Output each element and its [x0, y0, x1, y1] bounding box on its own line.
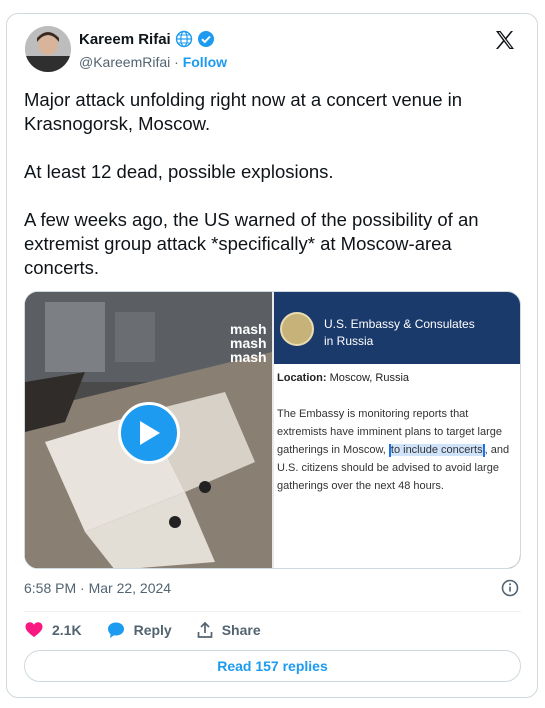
read-replies-button[interactable]: Read 157 replies: [24, 650, 521, 682]
timestamp[interactable]: 6:58 PM · Mar 22, 2024: [24, 580, 171, 596]
handle-separator: ·: [174, 54, 179, 70]
play-icon: [140, 421, 160, 445]
tweet-card: Kareem Rifai @KareemRifai · Follow Major…: [6, 13, 538, 698]
share-icon: [197, 621, 213, 638]
divider: [24, 611, 521, 612]
x-logo-icon[interactable]: [493, 28, 517, 52]
like-count: 2.1K: [52, 622, 82, 638]
embassy-body-text: The Embassy is monitoring reports that e…: [277, 408, 510, 492]
media-container[interactable]: mash mash mash U.S. Embassy & Consulates…: [24, 291, 521, 569]
embassy-title: U.S. Embassy & Consulates in Russia: [324, 317, 475, 348]
embassy-screenshot[interactable]: U.S. Embassy & Consulates in Russia Loca…: [274, 292, 520, 568]
video-watermark: mash mash mash: [230, 321, 267, 365]
reply-icon: [107, 622, 124, 638]
author-name-row[interactable]: Kareem Rifai: [79, 30, 215, 48]
play-button[interactable]: [118, 402, 180, 464]
embassy-location: Location: Moscow, Russia: [277, 372, 410, 384]
follow-button[interactable]: Follow: [183, 54, 227, 70]
tweet-paragraph: At least 12 dead, possible explosions.: [24, 161, 334, 182]
author-name[interactable]: Kareem Rifai: [79, 31, 171, 48]
video-thumbnail[interactable]: mash mash mash: [25, 292, 272, 568]
reply-button[interactable]: Reply: [106, 620, 172, 640]
highlighted-text: to include concerts: [390, 444, 483, 456]
tweet-paragraph: Major attack unfolding right now at a co…: [24, 89, 463, 134]
like-button[interactable]: 2.1K: [24, 620, 82, 640]
action-bar: 2.1K Reply Share: [24, 620, 285, 640]
share-label: Share: [221, 622, 261, 638]
info-icon[interactable]: [501, 579, 519, 597]
embassy-seal-icon: [280, 312, 314, 346]
share-button[interactable]: Share: [196, 621, 261, 639]
embassy-header: U.S. Embassy & Consulates in Russia: [274, 292, 520, 364]
verified-badge-icon: [197, 31, 214, 47]
handle-row: @KareemRifai · Follow: [79, 54, 227, 70]
avatar[interactable]: [25, 26, 71, 72]
reply-label: Reply: [133, 622, 172, 638]
heart-icon: [25, 622, 43, 637]
author-handle[interactable]: @KareemRifai: [79, 54, 170, 70]
tweet-paragraph: A few weeks ago, the US warned of the po…: [24, 209, 479, 278]
tweet-text: Major attack unfolding right now at a co…: [24, 88, 529, 280]
globe-icon: [175, 30, 192, 48]
